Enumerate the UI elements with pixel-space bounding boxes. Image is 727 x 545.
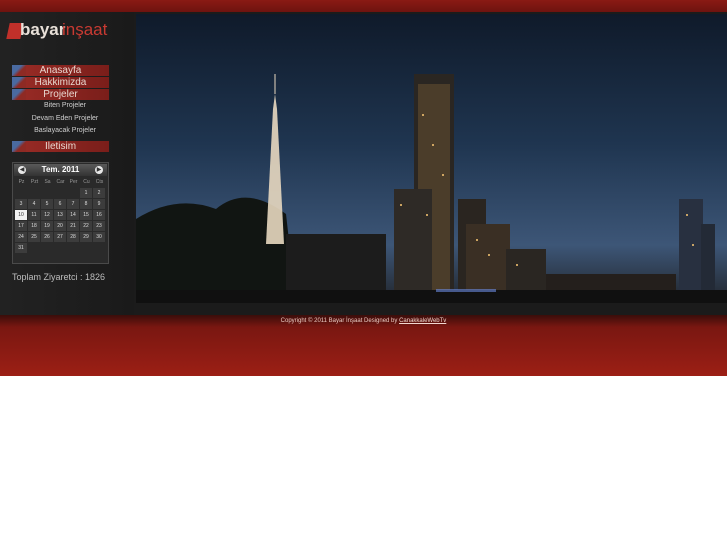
copyright-label: Copyright © 2011 Bayar İnşaat Designed b… [280, 318, 398, 324]
sidebar: bayar inşaat Anasayfa Hakkimizda Projele… [0, 12, 134, 315]
calendar-title: Tem. 2011 [41, 165, 80, 174]
menu-flag-icon [12, 89, 26, 100]
calendar-day-cell[interactable]: 24 [15, 232, 27, 242]
logo[interactable]: bayar inşaat [6, 20, 128, 44]
calendar-day-cell[interactable]: 12 [41, 210, 53, 220]
calendar-weekday-label: Per [69, 179, 78, 185]
menu-item-projeler[interactable]: Projeler [12, 89, 109, 100]
calendar-day-cell[interactable]: 1 [80, 188, 92, 198]
calendar-day-cell[interactable]: 28 [67, 232, 79, 242]
main-area: bayar inşaat Anasayfa Hakkimizda Projele… [0, 12, 727, 315]
submenu-item-devam-eden[interactable]: Devam Eden Projeler [12, 115, 118, 122]
calendar-empty-cell [67, 243, 79, 253]
calendar-day-cell[interactable]: 26 [41, 232, 53, 242]
calendar-day-cell[interactable]: 18 [28, 221, 40, 231]
calendar-weekday-label: Pzt [30, 179, 39, 185]
calendar-day-cell[interactable]: 4 [28, 199, 40, 209]
calendar-empty-cell [54, 243, 66, 253]
menu-flag-icon [12, 65, 26, 76]
calendar-day-cell[interactable]: 22 [80, 221, 92, 231]
calendar-weekday-label: Pz [18, 179, 25, 185]
calendar-day-cell[interactable]: 30 [93, 232, 105, 242]
calendar-day-cell[interactable]: 20 [54, 221, 66, 231]
calendar-day-cell[interactable]: 6 [54, 199, 66, 209]
calendar-day-cell[interactable]: 19 [41, 221, 53, 231]
menu-label: Anasayfa [39, 65, 82, 76]
menu-label: Hakkimizda [34, 77, 87, 88]
submenu-item-baslayacak[interactable]: Baslayacak Projeler [12, 127, 118, 134]
calendar-empty-cell [67, 188, 79, 198]
logo-text-bayar: bayar [20, 20, 66, 39]
calendar-next-icon[interactable]: ▶ [95, 166, 103, 174]
calendar-day-cell[interactable]: 2 [93, 188, 105, 198]
logo-text-insaat: inşaat [62, 20, 108, 39]
calendar-empty-cell [28, 188, 40, 198]
calendar-day-cell[interactable]: 7 [67, 199, 79, 209]
calendar-empty-cell [54, 188, 66, 198]
calendar-day-cell[interactable]: 16 [93, 210, 105, 220]
copyright-text: Copyright © 2011 Bayar İnşaat Designed b… [0, 318, 727, 324]
calendar-day-cell[interactable]: 3 [15, 199, 27, 209]
calendar-day-cell[interactable]: 11 [28, 210, 40, 220]
menu-label: Projeler [43, 89, 78, 100]
calendar-day-cell[interactable]: 13 [54, 210, 66, 220]
calendar-header: ◀ Tem. 2011 ▶ [14, 164, 107, 176]
calendar-day-cell[interactable]: 27 [54, 232, 66, 242]
calendar-day-cell[interactable]: 10 [15, 210, 27, 220]
calendar-empty-cell [80, 243, 92, 253]
calendar-empty-cell [41, 188, 53, 198]
designer-link[interactable]: CanakkaleWebTv [399, 318, 446, 324]
calendar-day-cell[interactable]: 25 [28, 232, 40, 242]
calendar-day-cell[interactable]: 14 [67, 210, 79, 220]
calendar-weekday-label: Cts [95, 179, 104, 185]
menu-flag-icon [12, 141, 26, 152]
footer: Copyright © 2011 Bayar İnşaat Designed b… [0, 315, 727, 376]
menu-flag-icon [12, 77, 26, 88]
menu-item-iletisim[interactable]: Iletisim [12, 141, 109, 152]
calendar-empty-cell [28, 243, 40, 253]
menu-item-hakkimizda[interactable]: Hakkimizda [12, 77, 109, 88]
submenu-item-biten[interactable]: Biten Projeler [12, 102, 118, 109]
calendar-weekday-label: Sa [44, 179, 51, 185]
calendar-day-cell[interactable]: 31 [15, 243, 27, 253]
calendar-day-cell[interactable]: 8 [80, 199, 92, 209]
calendar-day-cell[interactable]: 23 [93, 221, 105, 231]
calendar-day-cell[interactable]: 5 [41, 199, 53, 209]
hero-city-photo [136, 14, 727, 303]
top-bar [0, 0, 727, 12]
visitor-counter: Toplam Ziyaretci : 1826 [12, 272, 106, 282]
menu-item-anasayfa[interactable]: Anasayfa [12, 65, 109, 76]
calendar-weekday-row: Pz Pzt Sa Car Per Cu Cts [15, 179, 106, 185]
calendar-day-cell[interactable]: 17 [15, 221, 27, 231]
calendar-day-cell[interactable]: 29 [80, 232, 92, 242]
calendar-day-cell[interactable]: 9 [93, 199, 105, 209]
calendar-widget: ◀ Tem. 2011 ▶ Pz Pzt Sa Car Per Cu Cts 1234567… [12, 162, 109, 264]
menu-label: Iletisim [44, 141, 77, 152]
calendar-empty-cell [93, 243, 105, 253]
calendar-day-cell[interactable]: 21 [67, 221, 79, 231]
calendar-weekday-label: Car [56, 179, 65, 185]
calendar-day-cell[interactable]: 15 [80, 210, 92, 220]
calendar-empty-cell [15, 188, 27, 198]
calendar-grid: 1 2 3 4 5 6 7 8 9 10 11 12 13 14 15 16 17 18 19 20 21 22 23 24 2… [15, 188, 106, 253]
calendar-weekday-label: Cu [83, 179, 90, 185]
calendar-empty-cell [41, 243, 53, 253]
